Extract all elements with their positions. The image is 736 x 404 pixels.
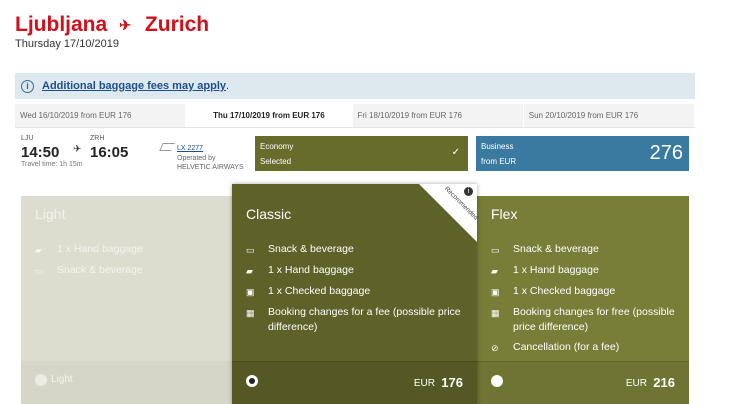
feature-text: Cancellation (for a fee) [513, 341, 620, 353]
fare-features: ▭ Snack & beverage ▰ 1 x Hand baggage ▣ 1 x… [246, 242, 465, 340]
travel-date: Thursday 17/10/2019 [15, 38, 119, 50]
fare-footer: Light [21, 361, 232, 404]
departure-time: 14:50 [21, 144, 60, 161]
fare-price: 216 [653, 375, 675, 390]
fare-card-light[interactable]: Light ▰ 1 x Hand baggage ▭ Snack & beverag… [21, 196, 232, 404]
route-title: Ljubljana ✈ Zurich [15, 13, 209, 37]
business-price: 276 [649, 142, 683, 164]
operated-by-label: Operated by [177, 155, 216, 162]
date-tab[interactable]: Sun 20/10/2019 from EUR 176 [523, 104, 695, 127]
snack-icon: ▭ [491, 245, 500, 255]
fare-footer-label: Light [51, 374, 73, 385]
feature-item: ▦ Booking changes for free (possible pric… [491, 305, 677, 335]
feature-text: Booking changes for a fee (possible pric… [268, 306, 461, 333]
business-cabin-tile[interactable]: Business from EUR 276 [476, 136, 689, 171]
date-tab[interactable]: Fri 18/10/2019 from EUR 176 [352, 104, 524, 127]
fare-card-flex[interactable]: Flex ▭ Snack & beverage ▰ 1 x Hand baggage… [477, 196, 689, 404]
operator-info: Operated by HELVETIC AIRWAYS [177, 154, 244, 172]
info-icon[interactable]: i [464, 187, 473, 196]
economy-status: Selected [260, 157, 292, 166]
feature-item: ▰ 1 x Hand baggage [35, 242, 220, 258]
fare-features: ▰ 1 x Hand baggage ▭ Snack & beverage [35, 242, 220, 284]
fare-name: Classic [246, 206, 292, 222]
feature-text: 1 x Checked baggage [268, 285, 371, 297]
airline-tail-icon [159, 143, 175, 151]
info-icon: i [21, 79, 34, 93]
fare-name: Light [35, 206, 66, 222]
feature-text: 1 x Hand baggage [57, 243, 143, 255]
destination-city: Zurich [144, 13, 210, 36]
cancellation-icon: ⊘ [491, 343, 499, 353]
origin-city: Ljubljana [15, 13, 108, 36]
baggage-fees-link[interactable]: Additional baggage fees may apply [42, 80, 226, 92]
fare-features: ▭ Snack & beverage ▰ 1 x Hand baggage ▣ 1 x… [491, 242, 677, 361]
departure-code: LJU [21, 135, 34, 142]
feature-item: ▰ 1 x Hand baggage [491, 263, 677, 279]
feature-item: ▭ Snack & beverage [246, 242, 465, 258]
feature-item: ▭ Snack & beverage [35, 263, 220, 279]
fare-price: 176 [441, 375, 463, 390]
feature-item: ▭ Snack & beverage [491, 242, 677, 258]
arrival-time: 16:05 [90, 144, 129, 161]
fare-currency: EUR [413, 378, 435, 389]
feature-text: 1 x Hand baggage [268, 264, 354, 276]
fare-radio[interactable] [491, 375, 503, 387]
feature-text: 1 x Checked baggage [513, 285, 616, 297]
economy-label: Economy [260, 142, 294, 151]
fare-currency: EUR [625, 378, 647, 389]
feature-text: Booking changes for free (possible price… [513, 306, 675, 333]
date-selector: Wed 16/10/2019 from EUR 176 Thu 17/10/20… [15, 104, 695, 128]
feature-item: ▣ 1 x Checked baggage [491, 284, 677, 300]
fare-footer: EUR 176 [232, 361, 477, 404]
fare-footer: EUR 216 [477, 361, 689, 404]
checkmark-icon: ✓ [451, 147, 460, 158]
feature-text: Snack & beverage [57, 264, 143, 276]
checked-baggage-icon: ▣ [246, 287, 255, 297]
feature-item: ⊘ Cancellation (for a fee) [491, 340, 677, 356]
fare-radio-selected[interactable] [246, 375, 258, 387]
calendar-icon: ▦ [246, 308, 255, 318]
feature-item: ▣ 1 x Checked baggage [246, 284, 465, 300]
feature-text: 1 x Hand baggage [513, 264, 599, 276]
fare-radio[interactable] [35, 374, 47, 386]
snack-icon: ▭ [35, 266, 44, 276]
arrival-code: ZRH [90, 135, 105, 142]
calendar-icon: ▦ [491, 308, 500, 318]
airplane-icon: ✈ [119, 16, 131, 33]
date-tab-selected[interactable]: Thu 17/10/2019 from EUR 176 [186, 104, 353, 127]
notice-suffix: . [226, 80, 230, 92]
hand-baggage-icon: ▰ [35, 245, 42, 255]
feature-text: Snack & beverage [268, 243, 354, 255]
hand-baggage-icon: ▰ [246, 266, 253, 276]
feature-item: ▦ Booking changes for a fee (possible pri… [246, 305, 465, 335]
date-tab[interactable]: Wed 16/10/2019 from EUR 176 [15, 104, 187, 127]
snack-icon: ▭ [246, 245, 255, 255]
flight-number-link[interactable]: LX 2277 [177, 145, 203, 152]
hand-baggage-icon: ▰ [491, 266, 498, 276]
operator-name: HELVETIC AIRWAYS [177, 164, 244, 171]
airplane-icon: ✈ [73, 144, 82, 155]
economy-cabin-tile[interactable]: Economy Selected ✓ [255, 136, 468, 171]
fare-name: Flex [491, 206, 518, 222]
baggage-notice: i Additional baggage fees may apply . [15, 73, 695, 99]
fare-card-classic[interactable]: Recommended i Classic ▭ Snack & beverage … [232, 184, 479, 404]
feature-text: Snack & beverage [513, 243, 599, 255]
feature-item: ▰ 1 x Hand baggage [246, 263, 465, 279]
checked-baggage-icon: ▣ [491, 287, 500, 297]
travel-time: Travel time: 1h 15m [21, 161, 83, 168]
